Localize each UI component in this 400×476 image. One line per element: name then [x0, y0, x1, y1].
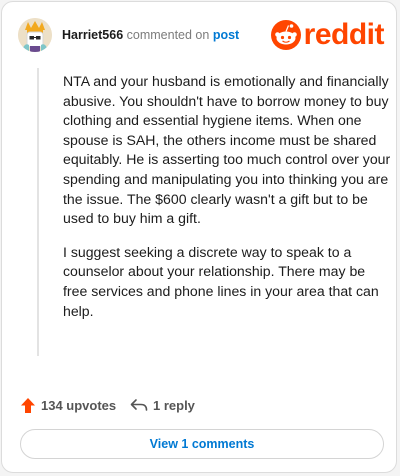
reply-button[interactable]: 1 reply	[130, 395, 195, 415]
comment-paragraph: NTA and your husband is emotionally and …	[63, 73, 391, 227]
comment-actions: 134 upvotes 1 reply	[20, 395, 380, 415]
commented-on-text: commented on	[126, 28, 210, 42]
comment-body: NTA and your husband is emotionally and …	[63, 72, 393, 335]
reply-arrow-icon	[130, 399, 148, 411]
upvote-count: 134 upvotes	[41, 397, 117, 413]
upvote-arrow-icon	[21, 397, 35, 413]
user-avatar[interactable]	[18, 18, 52, 52]
post-link[interactable]: post	[213, 28, 239, 42]
comment-meta: Harriet566 commented on post	[62, 28, 239, 42]
reddit-wordmark: reddit	[303, 18, 385, 51]
reddit-alien-icon	[270, 20, 301, 50]
reddit-logo[interactable]: reddit	[270, 18, 385, 52]
comment-card: Harriet566 commented on post reddit NTA …	[1, 1, 397, 473]
upvote-button[interactable]: 134 upvotes	[20, 395, 116, 415]
username-link[interactable]: Harriet566	[62, 28, 123, 42]
avatar-icon	[18, 18, 52, 52]
comment-paragraph: I suggest seeking a discrete way to spea…	[63, 243, 379, 319]
thread-line	[37, 68, 39, 356]
comment-header: Harriet566 commented on post reddit	[18, 18, 385, 52]
reply-count: 1 reply	[153, 397, 195, 413]
view-comments-button[interactable]: View 1 comments	[20, 429, 384, 459]
